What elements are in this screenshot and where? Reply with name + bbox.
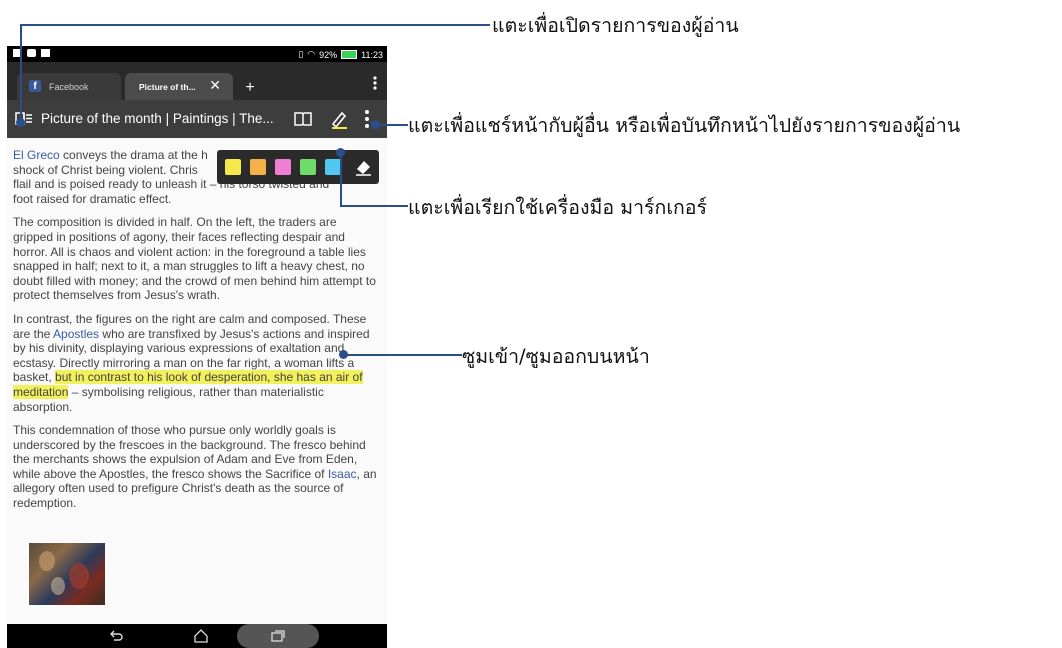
new-tab-button[interactable]: +: [237, 78, 263, 100]
android-nav-bar: [7, 624, 387, 648]
close-tab-icon[interactable]: ✕: [209, 77, 221, 94]
marker-color-green[interactable]: [300, 159, 316, 175]
battery-icon: [341, 50, 358, 59]
paragraph-3: In contrast, the figures on the right ar…: [13, 311, 370, 414]
marker-palette: [217, 150, 379, 184]
reader-toolbar: Picture of the month | Paintings | The..…: [7, 100, 387, 138]
tab-label: Facebook: [49, 82, 89, 92]
battery-percent: 92%: [319, 49, 338, 60]
marker-pen-icon[interactable]: [329, 109, 349, 129]
tab-picture-of-the-month[interactable]: Picture of th... ✕: [125, 73, 233, 100]
eraser-icon[interactable]: [354, 158, 372, 176]
facebook-icon: f: [29, 80, 41, 92]
callout-line: [20, 24, 22, 122]
annotation-open-reading-list: แตะเพื่อเปิดรายการของผู้อ่าน: [492, 14, 739, 37]
article-content[interactable]: El Greco conveys the drama at the h shock…: [7, 138, 387, 624]
recents-button[interactable]: [237, 624, 319, 648]
callout-dot: [16, 118, 25, 127]
home-icon[interactable]: [193, 629, 209, 643]
tab-label: Picture of th...: [139, 82, 196, 92]
bag-icon: [41, 49, 50, 57]
link-apostles[interactable]: Apostles: [53, 327, 99, 341]
marker-color-orange[interactable]: [250, 159, 266, 175]
callout-line: [20, 24, 490, 26]
callout-line: [376, 124, 408, 126]
link-el-greco[interactable]: El Greco: [13, 148, 60, 162]
callout-line: [340, 205, 408, 207]
wifi-icon: ◠: [307, 49, 316, 59]
clock: 11:23: [361, 49, 383, 60]
status-bar: ▯ ◠ 92% 11:23: [7, 46, 387, 62]
tab-facebook[interactable]: f Facebook: [17, 73, 121, 100]
book-icon[interactable]: [294, 112, 312, 126]
marker-color-pink[interactable]: [275, 159, 291, 175]
callout-line: [344, 354, 462, 356]
tablet-screen: ▯ ◠ 92% 11:23 f Facebook Picture of th..…: [7, 46, 387, 648]
painting-thumbnail[interactable]: [29, 543, 105, 605]
upload-icon: [27, 49, 36, 57]
marker-color-yellow[interactable]: [225, 159, 241, 175]
callout-line: [340, 152, 342, 206]
back-icon[interactable]: [109, 630, 123, 642]
browser-tab-bar: f Facebook Picture of th... ✕ +: [7, 62, 387, 100]
vibrate-icon: ▯: [298, 49, 304, 59]
annotation-share-or-save: แตะเพื่อแชร์หน้ากับผู้อื่น หรือเพื่อบันท…: [408, 114, 961, 137]
annotation-zoom: ซูมเข้า/ซูมออกบนหน้า: [462, 345, 650, 368]
paragraph-2: The composition is divided in half. On t…: [13, 215, 376, 303]
paragraph-4: This condemnation of those who pursue on…: [13, 423, 377, 511]
page-title: Picture of the month | Paintings | The..…: [41, 111, 274, 126]
tab-menu-icon[interactable]: [373, 76, 377, 90]
overflow-menu-icon[interactable]: [363, 110, 371, 130]
marker-color-blue[interactable]: [325, 159, 341, 175]
recents-icon: [271, 630, 285, 642]
link-isaac[interactable]: Isaac: [328, 467, 357, 481]
annotation-marker-tool: แตะเพื่อเรียกใช้เครื่องมือ มาร์กเกอร์: [408, 196, 707, 219]
